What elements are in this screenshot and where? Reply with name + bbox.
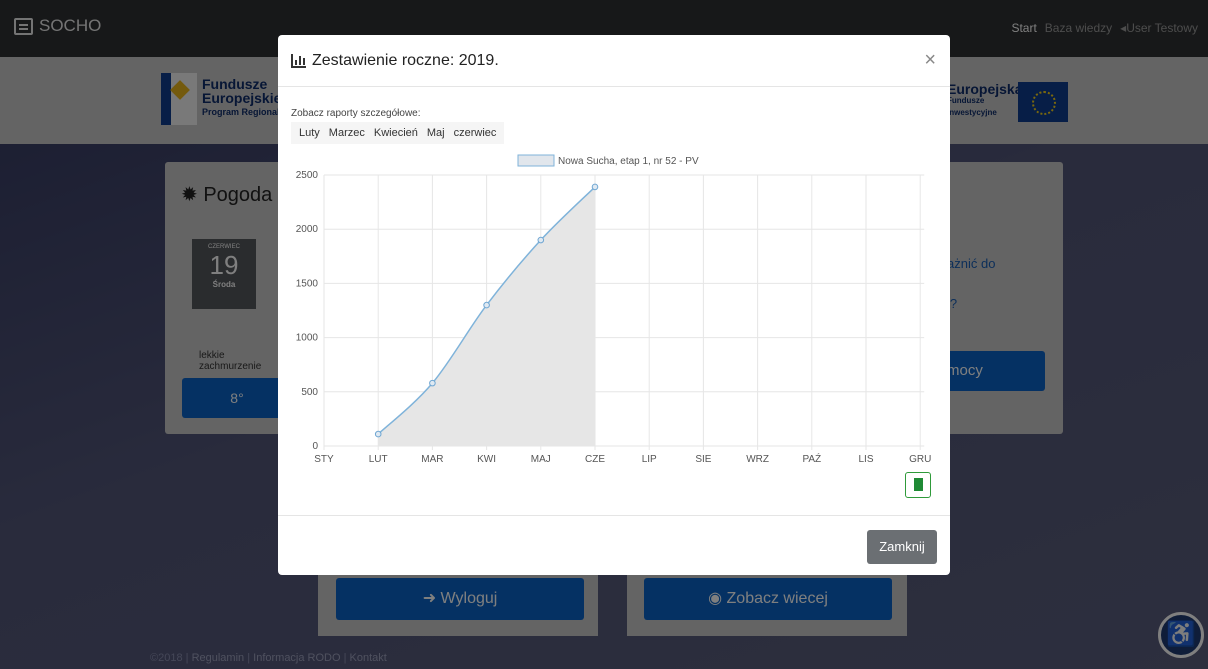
- modal-footer: Zamknij: [278, 515, 950, 575]
- y-tick-label: 2000: [296, 224, 319, 235]
- y-tick-label: 500: [301, 387, 318, 398]
- x-tick-label: MAR: [421, 454, 443, 465]
- x-tick-label: CZE: [585, 454, 605, 465]
- x-tick-label: MAJ: [531, 454, 551, 465]
- annual-summary-modal: Zestawienie roczne: 2019. × Zobacz rapor…: [278, 35, 950, 575]
- y-tick-label: 1500: [296, 278, 319, 289]
- x-tick-label: PAŹ: [802, 452, 821, 465]
- y-tick-label: 1000: [296, 333, 319, 344]
- x-tick-label: LIS: [858, 454, 873, 465]
- data-point: [483, 301, 490, 309]
- x-tick-label: SIE: [695, 454, 711, 465]
- x-tick-label: LIP: [642, 454, 657, 465]
- data-point: [374, 430, 382, 438]
- x-tick-label: KWI: [477, 454, 496, 465]
- close-button[interactable]: Zamknij: [867, 530, 937, 564]
- x-tick-label: WRZ: [746, 454, 769, 465]
- excel-export-button[interactable]: [905, 472, 931, 498]
- y-tick-label: 0: [312, 441, 318, 452]
- data-point: [591, 183, 599, 191]
- x-tick-label: LUT: [369, 454, 388, 465]
- legend-label: Nowa Sucha, etap 1, nr 52 - PV: [558, 156, 699, 167]
- data-point: [537, 236, 545, 244]
- data-point: [429, 379, 436, 387]
- x-tick-label: STY: [314, 454, 334, 465]
- x-tick-label: GRU: [909, 454, 931, 465]
- y-tick-label: 2500: [296, 170, 319, 181]
- legend-swatch: [517, 154, 555, 167]
- annual-chart: 0 500 1000 1500 2000 2500 STY LUT MAR KWI MAJ CZE LI…: [296, 154, 931, 465]
